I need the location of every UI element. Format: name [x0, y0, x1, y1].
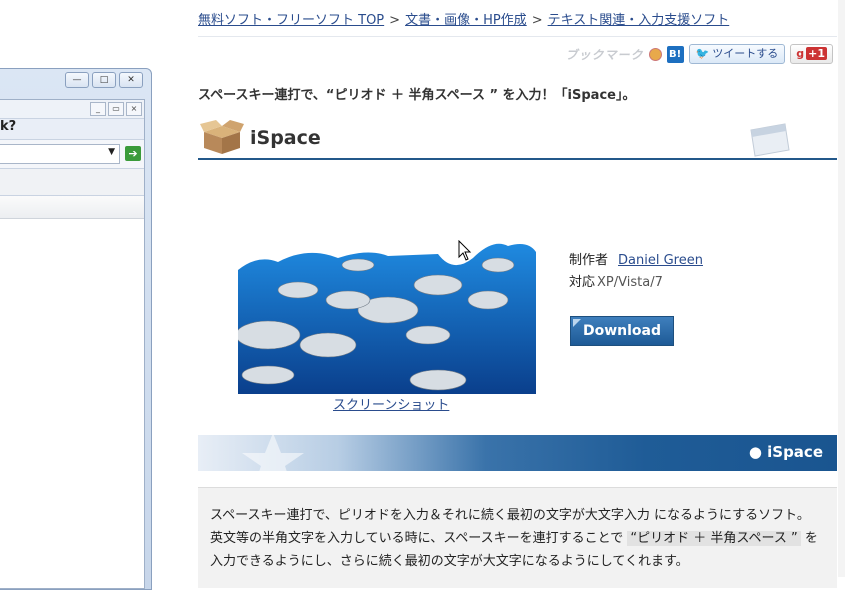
tweet-button[interactable]: 🐦 ツイートする: [688, 44, 786, 64]
software-box-icon: [200, 120, 244, 154]
child-minimize-button[interactable]: _: [90, 102, 106, 116]
tagline: スペースキー連打で、“ピリオド ＋ 半角スペース ” を入力！「iSpace」。: [198, 88, 636, 103]
window-titlebar: — □ ✕: [0, 69, 151, 91]
app-title-bar: iSpace: [198, 116, 837, 160]
child-window-bar: _ ▭ ×: [0, 100, 144, 119]
highlight-text: “ピリオド ＋ 半角スペース ”: [627, 531, 801, 546]
window-controls: — □ ✕: [65, 72, 143, 88]
page-content: 無料ソフト・フリーソフト TOP > 文書・画像・HP作成 > テキスト関連・入力支援ソ…: [198, 0, 837, 588]
section-header: ● iSpace: [198, 435, 837, 471]
author-link[interactable]: Daniel Green: [618, 253, 703, 268]
description-text: 英文等の半角文字を入力している時に、スペースキーを連打することで: [210, 531, 628, 546]
os-value: XP/Vista/7: [597, 275, 663, 290]
app-title: iSpace: [250, 127, 321, 149]
twitter-bird-icon: 🐦: [695, 47, 710, 60]
description-line: 入力できるようにし、さらに続く最初の文字が大文字になるようにしてくれます。: [210, 554, 689, 569]
download-label: Download: [582, 323, 662, 339]
page-scrollbar[interactable]: [838, 0, 845, 577]
address-input[interactable]: ▼: [0, 144, 120, 164]
download-corner-icon: [573, 319, 581, 327]
description-line: 英文等の半角文字を入力している時に、スペースキーを連打することで “ピリオド ＋…: [210, 527, 818, 546]
bookmark-icon[interactable]: [648, 47, 662, 61]
help-cursor-icon[interactable]: k?: [0, 119, 144, 140]
google-plus-button[interactable]: g +1: [790, 44, 833, 64]
close-button[interactable]: ✕: [119, 72, 143, 88]
breadcrumb-separator: >: [389, 13, 401, 28]
child-close-button[interactable]: ×: [126, 102, 142, 116]
google-plus-icon: g: [796, 47, 805, 60]
description-line: スペースキー連打で、ピリオドを入力＆それに続く最初の文字が大文字入力 になるよう…: [210, 508, 810, 523]
description-box: スペースキー連打で、ピリオドを入力＆それに続く最初の文字が大文字入力 になるよう…: [198, 487, 837, 588]
address-row: ▼ ➔: [0, 140, 144, 169]
minimize-button[interactable]: —: [65, 72, 89, 88]
window-decoration-icon: [750, 123, 790, 157]
list-header: [0, 196, 144, 219]
app-info: 制作者 Daniel Green 対応 XP/Vista/7: [569, 252, 703, 296]
download-button[interactable]: Download: [570, 316, 674, 346]
breadcrumb-top-link[interactable]: 無料ソフト・フリーソフト TOP: [198, 13, 384, 28]
go-arrow-icon[interactable]: ➔: [125, 146, 141, 161]
star-decoration-icon: [242, 435, 304, 471]
screenshot-image[interactable]: [238, 240, 536, 394]
maximize-button[interactable]: □: [92, 72, 116, 88]
os-label: 対応: [569, 275, 596, 290]
window-content: _ ▭ × k? ▼ ➔: [0, 99, 145, 589]
section-title: ● iSpace: [748, 443, 823, 461]
mouse-cursor-icon: [458, 240, 472, 261]
social-buttons: ブックマーク B! 🐦 ツイートする g +1: [566, 44, 833, 64]
divider: [198, 36, 837, 37]
screenshot-link[interactable]: スクリーンショット: [333, 394, 449, 413]
toolbar: [0, 169, 144, 196]
background-window: — □ ✕ _ ▭ × k? ▼ ➔: [0, 68, 152, 590]
breadcrumb-subcategory-link[interactable]: テキスト関連・入力支援ソフト: [548, 13, 730, 28]
plus-one-label: +1: [806, 47, 827, 60]
breadcrumb-separator: >: [531, 13, 543, 28]
child-restore-button[interactable]: ▭: [108, 102, 124, 116]
description-text: を: [800, 531, 818, 546]
hatena-bookmark-button[interactable]: B!: [666, 45, 684, 63]
tweet-label: ツイートする: [712, 47, 779, 60]
breadcrumb: 無料ソフト・フリーソフト TOP > 文書・画像・HP作成 > テキスト関連・入力支援ソ…: [198, 9, 729, 28]
chevron-down-icon[interactable]: ▼: [108, 147, 115, 157]
author-label: 制作者: [569, 253, 609, 268]
breadcrumb-category-link[interactable]: 文書・画像・HP作成: [405, 13, 527, 28]
bookmark-label[interactable]: ブックマーク: [566, 46, 644, 63]
